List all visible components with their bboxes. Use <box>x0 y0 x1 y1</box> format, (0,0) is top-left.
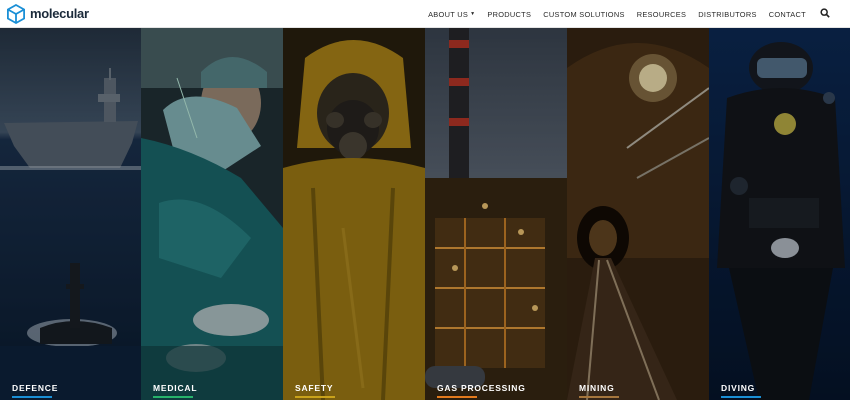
search-button[interactable] <box>820 8 832 20</box>
panel-label: GAS PROCESSING <box>437 383 526 393</box>
panel-diving[interactable]: DIVING <box>709 28 850 400</box>
nav-item-custom-solutions[interactable]: CUSTOM SOLUTIONS <box>543 10 624 19</box>
dark-overlay <box>425 28 567 400</box>
nav-item-products[interactable]: PRODUCTS <box>487 10 531 19</box>
nav-item-label: RESOURCES <box>636 9 687 19</box>
search-icon <box>820 8 832 18</box>
nav-item-distributors[interactable]: DISTRIBUTORS <box>698 10 757 19</box>
panel-underline <box>295 396 335 398</box>
nav-item-contact[interactable]: CONTACT <box>769 10 806 19</box>
dark-overlay <box>283 28 425 400</box>
panel-label: DEFENCE <box>12 383 59 393</box>
panel-label: MINING <box>579 383 615 393</box>
dark-overlay <box>141 28 283 400</box>
panel-safety[interactable]: SAFETY <box>283 28 425 400</box>
panel-underline <box>12 396 52 398</box>
top-navigation-bar: molecular ABOUT US ▼ PRODUCTS CUSTOM SOL… <box>0 0 850 28</box>
industry-panels: DEFENCE MEDICAL SAFETY GAS PROCESSING MI… <box>0 28 850 400</box>
dark-overlay <box>567 28 709 400</box>
brand-name: molecular <box>30 6 89 21</box>
dark-overlay <box>709 28 850 400</box>
nav-item-label: ABOUT US <box>428 9 469 19</box>
brand-logo[interactable]: molecular <box>7 0 89 28</box>
panel-medical[interactable]: MEDICAL <box>141 28 283 400</box>
nav-item-resources[interactable]: RESOURCES <box>637 10 687 19</box>
caret-down-icon: ▼ <box>470 11 476 17</box>
panel-mining[interactable]: MINING <box>567 28 709 400</box>
panel-underline <box>153 396 193 398</box>
panel-label: MEDICAL <box>153 383 198 393</box>
panel-underline <box>437 396 477 398</box>
nav-item-label: PRODUCTS <box>487 9 532 19</box>
hexagon-cube-logo-icon <box>7 3 25 24</box>
nav-item-label: CUSTOM SOLUTIONS <box>543 9 625 19</box>
panel-label: DIVING <box>721 383 756 393</box>
panel-underline <box>579 396 619 398</box>
panel-label: SAFETY <box>295 383 334 393</box>
panel-underline <box>721 396 761 398</box>
nav-item-about-us[interactable]: ABOUT US ▼ <box>428 10 475 19</box>
nav-item-label: DISTRIBUTORS <box>698 9 757 19</box>
nav-item-label: CONTACT <box>768 9 806 19</box>
dark-overlay <box>0 28 141 400</box>
main-menu: ABOUT US ▼ PRODUCTS CUSTOM SOLUTIONS RES… <box>416 0 832 28</box>
panel-defence[interactable]: DEFENCE <box>0 28 141 400</box>
panel-gas-processing[interactable]: GAS PROCESSING <box>425 28 567 400</box>
